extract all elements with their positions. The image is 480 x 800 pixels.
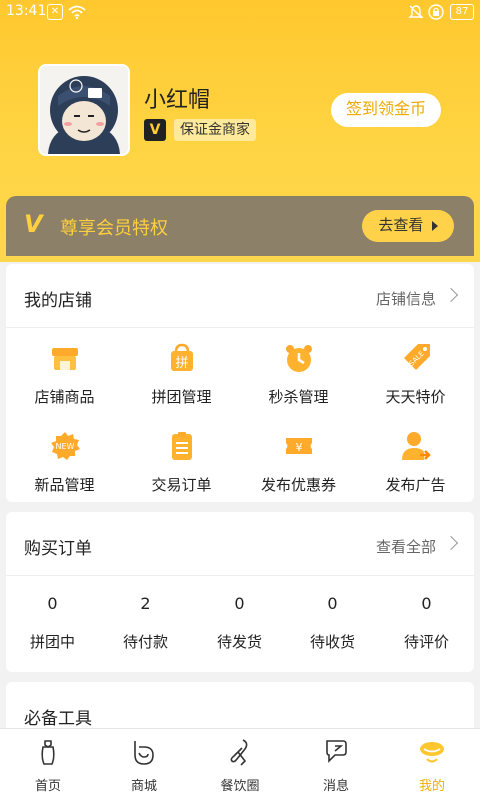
chevron-right-icon xyxy=(443,287,459,303)
nav-label: 首页 xyxy=(34,779,61,794)
order-status-pending-receipt[interactable]: 0 待收货 xyxy=(286,594,379,652)
shop-item-group-buy[interactable]: 拼 拼团管理 xyxy=(123,342,240,407)
user-share-icon xyxy=(401,432,431,460)
member-view-button[interactable]: 去查看 xyxy=(362,210,454,242)
clipboard-icon xyxy=(171,432,192,460)
notification-x-icon: ✕ xyxy=(47,4,63,20)
signin-coin-button[interactable]: 签到领金币 xyxy=(331,93,441,127)
dining-icon xyxy=(230,739,248,766)
order-count: 0 xyxy=(234,594,245,613)
nav-label: 我的 xyxy=(418,779,445,794)
svg-text:拼: 拼 xyxy=(175,356,188,371)
order-count: 0 xyxy=(421,594,432,613)
order-count: 0 xyxy=(327,594,338,613)
shop-item-label: 店铺商品 xyxy=(34,388,95,406)
lock-icon xyxy=(428,4,444,20)
tools-title: 必备工具 xyxy=(24,709,92,729)
status-bar: 13:41 ✕ 87 xyxy=(0,0,480,24)
coupon-icon: ¥ xyxy=(285,438,312,454)
member-view-label: 去查看 xyxy=(378,217,424,234)
status-time: 13:41 xyxy=(6,3,47,19)
shop-item-publish-ad[interactable]: 发布广告 xyxy=(357,430,474,495)
nav-profile[interactable]: 我的 xyxy=(384,737,480,794)
orders-card-header[interactable]: 购买订单 查看全部 xyxy=(6,512,474,576)
svg-text:¥: ¥ xyxy=(295,441,302,454)
order-status-label: 待评价 xyxy=(403,633,449,651)
merchant-tag: 保证金商家 xyxy=(174,119,256,141)
wifi-icon xyxy=(68,5,86,20)
nav-messages[interactable]: 消息 xyxy=(288,737,384,794)
profile-icon xyxy=(420,742,444,763)
order-status-pending-payment[interactable]: 2 待付款 xyxy=(99,594,192,652)
shop-item-products[interactable]: 店铺商品 xyxy=(6,342,123,407)
new-badge-icon: NEW xyxy=(50,432,80,460)
home-icon xyxy=(41,740,55,765)
shop-item-label: 天天特价 xyxy=(385,388,446,406)
member-v-icon: V xyxy=(24,210,43,238)
shop-title: 我的店铺 xyxy=(24,291,92,311)
group-buy-icon: 拼 xyxy=(170,343,193,371)
order-status-label: 待收货 xyxy=(309,633,355,651)
order-status-pending-shipment[interactable]: 0 待发货 xyxy=(193,594,286,652)
orders-title: 购买订单 xyxy=(24,539,92,559)
avatar[interactable] xyxy=(38,64,130,156)
shop-item-flash-sale[interactable]: 秒杀管理 xyxy=(240,342,357,407)
avatar-image xyxy=(40,66,128,154)
shop-item-publish-coupon[interactable]: ¥ 发布优惠券 xyxy=(240,430,357,495)
triangle-right-icon xyxy=(431,221,438,232)
chevron-right-icon xyxy=(443,535,459,551)
order-status-label: 待发货 xyxy=(216,633,262,651)
nav-home[interactable]: 首页 xyxy=(0,737,96,794)
order-status-label: 拼团中 xyxy=(29,633,75,651)
store-icon xyxy=(51,348,78,370)
shop-item-label: 拼团管理 xyxy=(151,388,212,406)
view-all-link[interactable]: 查看全部 xyxy=(376,536,436,557)
shop-card: 我的店铺 店铺信息 店铺商品 拼 拼团管理 秒杀管理 SALE 天天特价 NEW… xyxy=(6,264,474,502)
svg-text:NEW: NEW xyxy=(55,442,74,451)
orders-card: 购买订单 查看全部 0 拼团中 2 待付款 0 待发货 0 待收货 0 待评价 xyxy=(6,512,474,672)
sale-tag-icon: SALE xyxy=(403,344,430,370)
nav-label: 消息 xyxy=(322,779,349,794)
vip-badge-icon: V xyxy=(144,119,166,141)
order-status-pending-review[interactable]: 0 待评价 xyxy=(380,594,473,652)
mall-icon xyxy=(134,741,154,765)
shop-item-trade-orders[interactable]: 交易订单 xyxy=(123,430,240,495)
shop-item-new-products[interactable]: NEW 新品管理 xyxy=(6,430,123,495)
nav-label: 餐饮圈 xyxy=(220,779,260,794)
bottom-nav: 首页 商城 餐饮圈 消息 我的 xyxy=(0,728,480,800)
shop-item-label: 发布广告 xyxy=(385,476,446,494)
shop-item-label: 交易订单 xyxy=(151,476,212,494)
shop-item-label: 发布优惠券 xyxy=(260,476,336,494)
username: 小红帽 xyxy=(144,88,211,113)
battery-icon: 87 xyxy=(450,4,474,20)
nav-mall[interactable]: 商城 xyxy=(96,737,192,794)
shop-info-link[interactable]: 店铺信息 xyxy=(376,288,436,309)
member-banner-text: 尊享会员特权 xyxy=(60,218,168,239)
shop-item-label: 秒杀管理 xyxy=(268,388,329,406)
alarm-clock-icon xyxy=(285,345,312,372)
order-count: 0 xyxy=(47,594,58,613)
member-banner[interactable]: V 尊享会员特权 去查看 xyxy=(6,196,474,256)
order-status-grouping[interactable]: 0 拼团中 xyxy=(6,594,99,652)
shop-card-header[interactable]: 我的店铺 店铺信息 xyxy=(6,264,474,328)
shop-item-daily-special[interactable]: SALE 天天特价 xyxy=(357,342,474,407)
order-status-label: 待付款 xyxy=(122,633,168,651)
message-icon xyxy=(326,740,347,763)
nav-label: 商城 xyxy=(130,779,157,794)
shop-item-label: 新品管理 xyxy=(34,476,95,494)
nav-dining[interactable]: 餐饮圈 xyxy=(192,737,288,794)
bell-muted-icon xyxy=(408,5,424,19)
order-count: 2 xyxy=(140,594,151,613)
